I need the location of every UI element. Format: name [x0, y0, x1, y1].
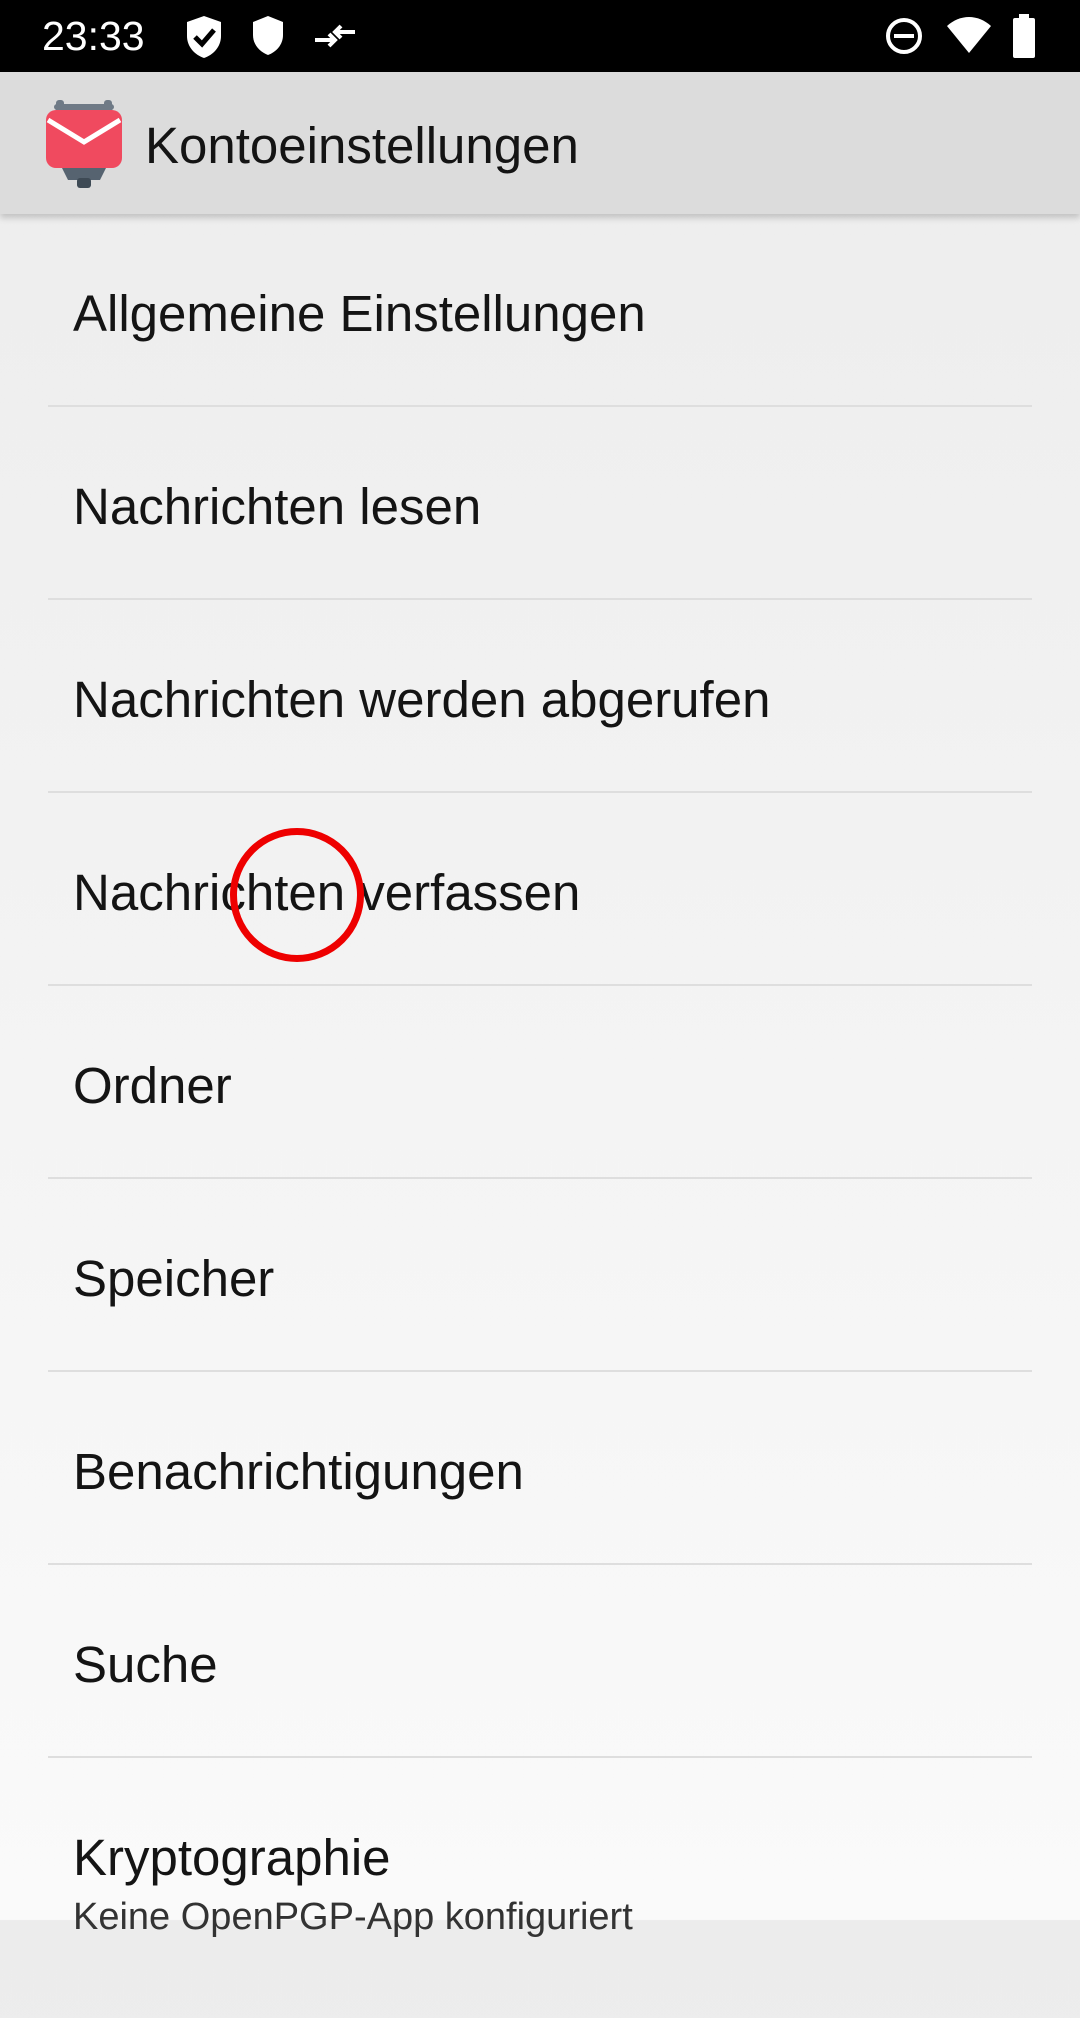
k9-mail-logo-icon	[44, 98, 124, 195]
settings-item-label: Nachrichten lesen	[73, 478, 482, 535]
tap-marker	[230, 828, 364, 962]
settings-item-search[interactable]: Suche	[0, 1565, 1080, 1758]
settings-item-label: Allgemeine Einstellungen	[73, 285, 646, 342]
settings-item-general[interactable]: Allgemeine Einstellungen	[0, 214, 1080, 407]
data-transfer-icon	[313, 18, 357, 59]
do-not-disturb-icon	[884, 16, 924, 61]
settings-item-label: Ordner	[73, 1057, 232, 1114]
settings-item-label: Benachrichtigungen	[73, 1443, 524, 1500]
settings-item-storage[interactable]: Speicher	[0, 1179, 1080, 1372]
settings-item-label: Suche	[73, 1636, 218, 1693]
settings-list: Allgemeine Einstellungen Nachrichten les…	[0, 214, 1080, 2018]
settings-item-reading[interactable]: Nachrichten lesen	[0, 407, 1080, 600]
settings-item-folders[interactable]: Ordner	[0, 986, 1080, 1179]
settings-item-fetching[interactable]: Nachrichten werden abgerufen	[0, 600, 1080, 793]
settings-item-notifications[interactable]: Benachrichtigungen	[0, 1372, 1080, 1565]
status-time: 23:33	[42, 13, 145, 59]
settings-item-label: Speicher	[73, 1250, 275, 1307]
settings-item-cryptography[interactable]: Kryptographie Keine OpenPGP-App konfigur…	[0, 1758, 1080, 2018]
wifi-icon	[946, 16, 992, 59]
settings-item-summary: Keine OpenPGP-App konfiguriert	[73, 1896, 633, 1938]
app-title: Kontoeinstellungen	[145, 117, 579, 174]
settings-item-composing[interactable]: Nachrichten verfassen	[0, 793, 1080, 986]
settings-item-label: Nachrichten werden abgerufen	[73, 671, 771, 728]
app-bar: Kontoeinstellungen	[0, 72, 1080, 214]
shield-icon	[250, 14, 286, 63]
shield-check-icon	[184, 14, 224, 65]
battery-icon	[1012, 14, 1036, 63]
status-bar: 23:33	[0, 0, 1080, 72]
settings-item-label: Kryptographie	[73, 1829, 391, 1886]
